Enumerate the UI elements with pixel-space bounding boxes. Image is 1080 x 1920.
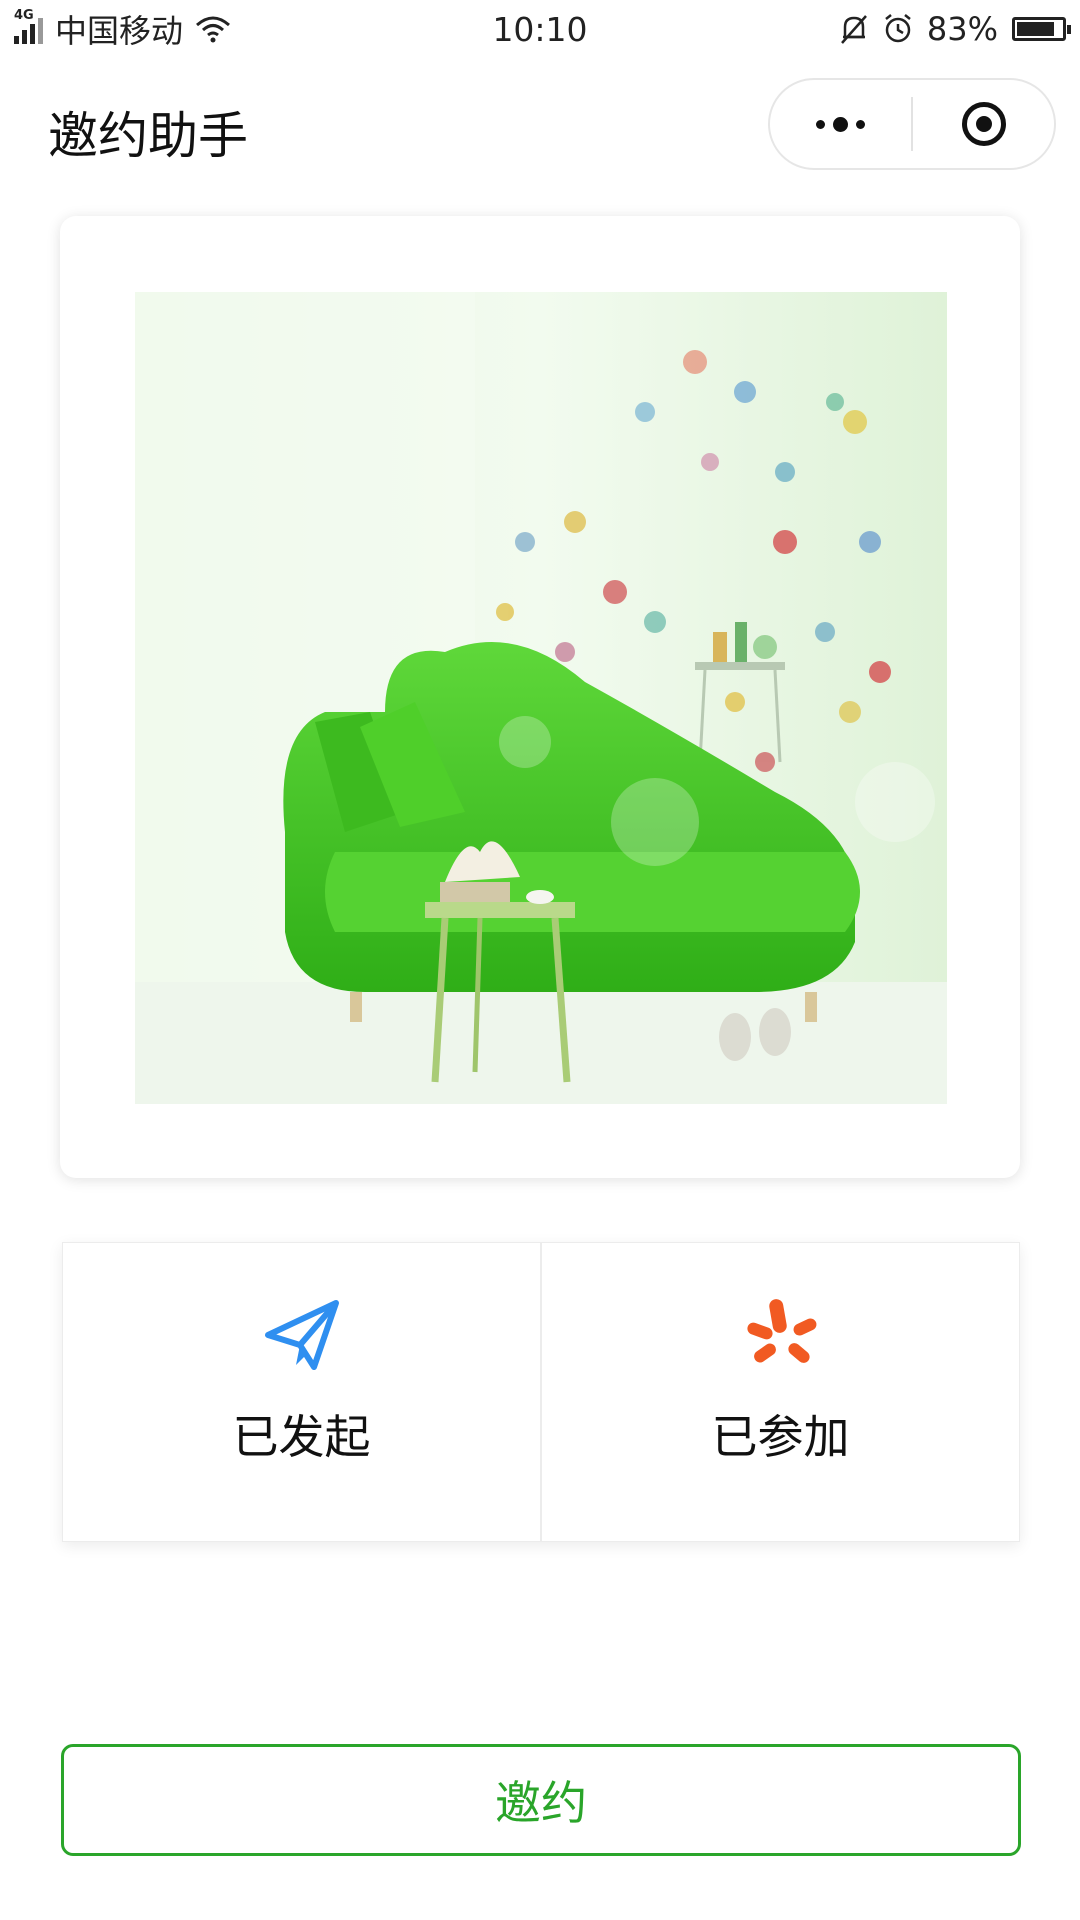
battery-icon — [1012, 17, 1071, 41]
more-button[interactable] — [770, 80, 911, 168]
record-target-icon — [961, 102, 1006, 146]
status-bar: 4G 中国移动 10:10 83% — [0, 0, 1080, 58]
paper-plane-icon — [264, 1300, 339, 1370]
joined-button[interactable]: 已参加 — [540, 1243, 1019, 1541]
banner-card — [60, 216, 1020, 1178]
burst-icon — [746, 1299, 816, 1363]
nav-bar: 邀约助手 — [0, 58, 1080, 188]
close-button[interactable] — [913, 80, 1054, 168]
joined-label: 已参加 — [711, 1410, 850, 1464]
initiated-button[interactable]: 已发起 — [63, 1243, 540, 1541]
status-time: 10:10 — [492, 10, 588, 49]
invite-button[interactable]: 邀约 — [61, 1744, 1021, 1856]
mini-program-capsule — [768, 78, 1056, 170]
banner-image — [135, 292, 947, 1104]
action-panel: 已发起 已参加 — [62, 1242, 1020, 1542]
battery-fill — [1017, 22, 1054, 36]
green-sofa-room-photo — [135, 292, 947, 1104]
initiated-label: 已发起 — [232, 1410, 371, 1464]
page-title: 邀约助手 — [48, 107, 248, 165]
more-dots-icon — [816, 116, 865, 132]
